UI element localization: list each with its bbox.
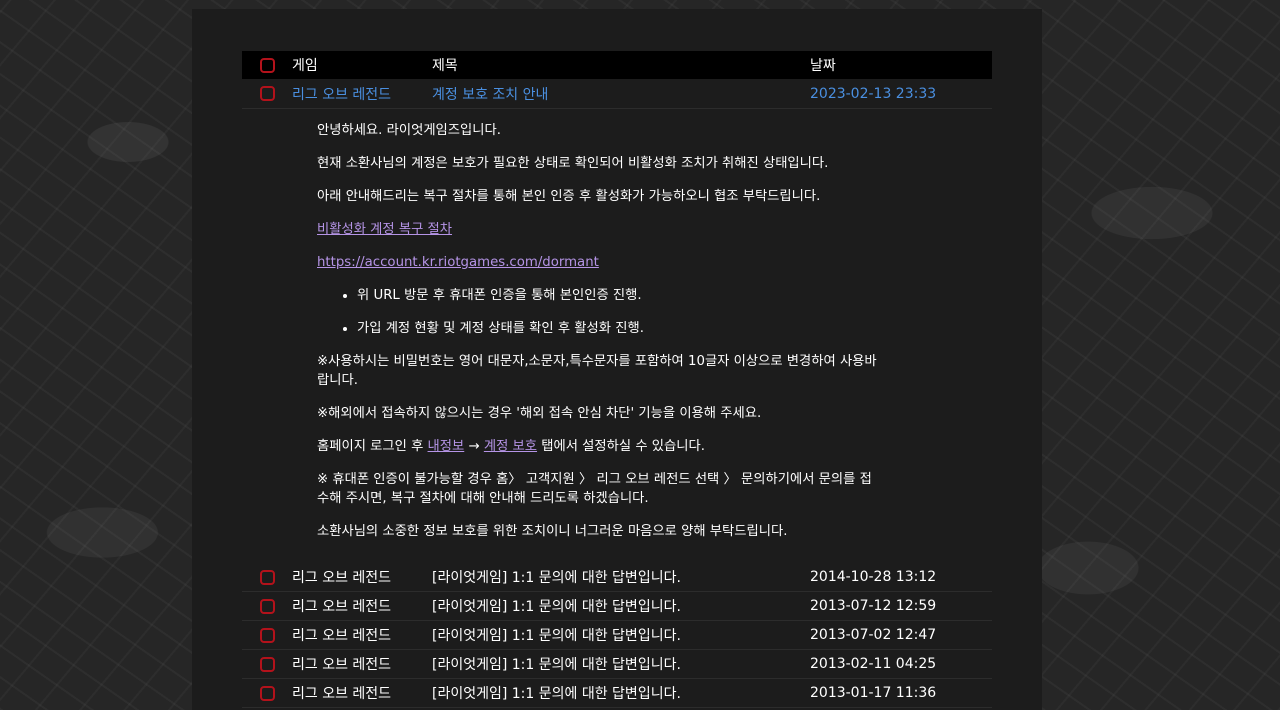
- account-protection-link[interactable]: 계정 보호: [484, 439, 537, 454]
- message-paragraph-1: 현재 소환사님의 계정은 보호가 필요한 상태로 확인되어 비활성화 조치가 취…: [317, 156, 829, 171]
- row-title[interactable]: [라이엇게임] 1:1 문의에 대한 답변입니다.: [432, 683, 810, 703]
- checkbox-icon: [259, 656, 275, 672]
- row-date: 2013-01-17 11:36: [810, 685, 937, 701]
- row-date: 2013-02-11 04:25: [810, 656, 937, 672]
- table-row-open[interactable]: 리그 오브 레전드 계정 보호 조치 안내 2023-02-13 23:33: [242, 79, 992, 109]
- row-date: 2014-10-28 13:12: [810, 569, 937, 585]
- table-row[interactable]: 리그 오브 레전드 [라이엇게임] 1:1 문의에 대한 답변입니다. 2013…: [242, 679, 992, 708]
- checkbox-icon: [259, 569, 275, 585]
- header-date: 날짜: [810, 58, 836, 74]
- settings-note: 홈페이지 로그인 후 내정보 → 계정 보호 탭에서 설정하실 수 있습니다.: [317, 437, 877, 456]
- row-game: 리그 오브 레전드: [292, 628, 392, 644]
- row-date: 2013-07-12 12:59: [810, 598, 937, 614]
- row-title[interactable]: [라이엇게임] 1:1 문의에 대한 답변입니다.: [432, 567, 810, 587]
- row-checkbox[interactable]: [242, 627, 292, 643]
- row-game: 리그 오브 레전드: [292, 686, 392, 702]
- list-item: 가입 계정 현황 및 계정 상태를 확인 후 활성화 진행.: [357, 319, 877, 338]
- checkbox-icon: [259, 86, 275, 101]
- checkbox-icon: [259, 627, 275, 643]
- select-all-checkbox[interactable]: [242, 57, 292, 73]
- table-row[interactable]: 리그 오브 레전드 [라이엇게임] 1:1 문의에 대한 답변입니다. 2013…: [242, 621, 992, 650]
- row-title[interactable]: [라이엇게임] 1:1 문의에 대한 답변입니다.: [432, 596, 810, 616]
- settings-suffix: 탭에서 설정하실 수 있습니다.: [537, 439, 705, 454]
- row-checkbox[interactable]: [242, 656, 292, 672]
- row-game: 리그 오브 레전드: [292, 570, 392, 586]
- row-date: 2013-07-02 12:47: [810, 627, 937, 643]
- row-game: 리그 오브 레전드: [292, 86, 392, 103]
- table-header: 게임 제목 날짜: [242, 51, 992, 79]
- content-panel: 게임 제목 날짜 리그 오브 레전드 계정 보호 조치 안내 2023-02-1…: [192, 9, 1042, 710]
- my-info-link[interactable]: 내정보: [428, 439, 465, 454]
- list-item: 위 URL 방문 후 휴대폰 인증을 통해 본인인증 진행.: [357, 286, 877, 305]
- password-note: ※사용하시는 비밀번호는 영어 대문자,소문자,특수문자를 포함하여 10글자 …: [317, 354, 877, 388]
- recovery-link-paragraph: 비활성화 계정 복구 절차: [317, 220, 877, 239]
- recovery-url-paragraph: https://account.kr.riotgames.com/dormant: [317, 253, 877, 272]
- row-game: 리그 오브 레전드: [292, 599, 392, 615]
- row-checkbox[interactable]: [242, 598, 292, 614]
- message-inbox: 게임 제목 날짜 리그 오브 레전드 계정 보호 조치 안내 2023-02-1…: [242, 51, 992, 708]
- checkbox-icon: [259, 598, 275, 614]
- table-row[interactable]: 리그 오브 레전드 [라이엇게임] 1:1 문의에 대한 답변입니다. 2013…: [242, 592, 992, 621]
- overseas-note: ※해외에서 접속하지 않으시는 경우 '해외 접속 안심 차단' 기능을 이용해…: [317, 406, 762, 421]
- table-row[interactable]: 리그 오브 레전드 [라이엇게임] 1:1 문의에 대한 답변입니다. 2013…: [242, 650, 992, 679]
- checkbox-icon: [259, 685, 275, 701]
- header-game: 게임: [292, 58, 318, 74]
- row-date: 2023-02-13 23:33: [810, 85, 937, 102]
- settings-prefix: 홈페이지 로그인 후: [317, 439, 428, 454]
- row-checkbox[interactable]: [242, 569, 292, 585]
- recovery-procedure-link[interactable]: 비활성화 계정 복구 절차: [317, 222, 452, 237]
- row-title[interactable]: [라이엇게임] 1:1 문의에 대한 답변입니다.: [432, 654, 810, 674]
- row-title[interactable]: 계정 보호 조치 안내: [432, 84, 810, 104]
- message-paragraph-2: 아래 안내해드리는 복구 절차를 통해 본인 인증 후 활성화가 가능하오니 협…: [317, 189, 821, 204]
- phone-note: ※ 휴대폰 인증이 불가능할 경우 홈〉 고객지원 〉 리그 오브 레전드 선택…: [317, 472, 872, 506]
- row-title[interactable]: [라이엇게임] 1:1 문의에 대한 답변입니다.: [432, 625, 810, 645]
- header-title: 제목: [432, 58, 458, 74]
- row-checkbox[interactable]: [242, 86, 292, 101]
- table-row[interactable]: 리그 오브 레전드 [라이엇게임] 1:1 문의에 대한 답변입니다. 2014…: [242, 563, 992, 592]
- closing-note: 소환사님의 소중한 정보 보호를 위한 조치이니 너그러운 마음으로 양해 부탁…: [317, 524, 788, 539]
- row-game: 리그 오브 레전드: [292, 657, 392, 673]
- message-greeting: 안녕하세요. 라이엇게임즈입니다.: [317, 123, 501, 138]
- recovery-steps-list: 위 URL 방문 후 휴대폰 인증을 통해 본인인증 진행. 가입 계정 현황 …: [317, 286, 877, 338]
- checkbox-icon: [259, 57, 275, 73]
- recovery-url-link[interactable]: https://account.kr.riotgames.com/dormant: [317, 255, 599, 270]
- message-body: 안녕하세요. 라이엇게임즈입니다. 현재 소환사님의 계정은 보호가 필요한 상…: [242, 109, 877, 563]
- arrow-text: →: [464, 439, 484, 454]
- row-checkbox[interactable]: [242, 685, 292, 701]
